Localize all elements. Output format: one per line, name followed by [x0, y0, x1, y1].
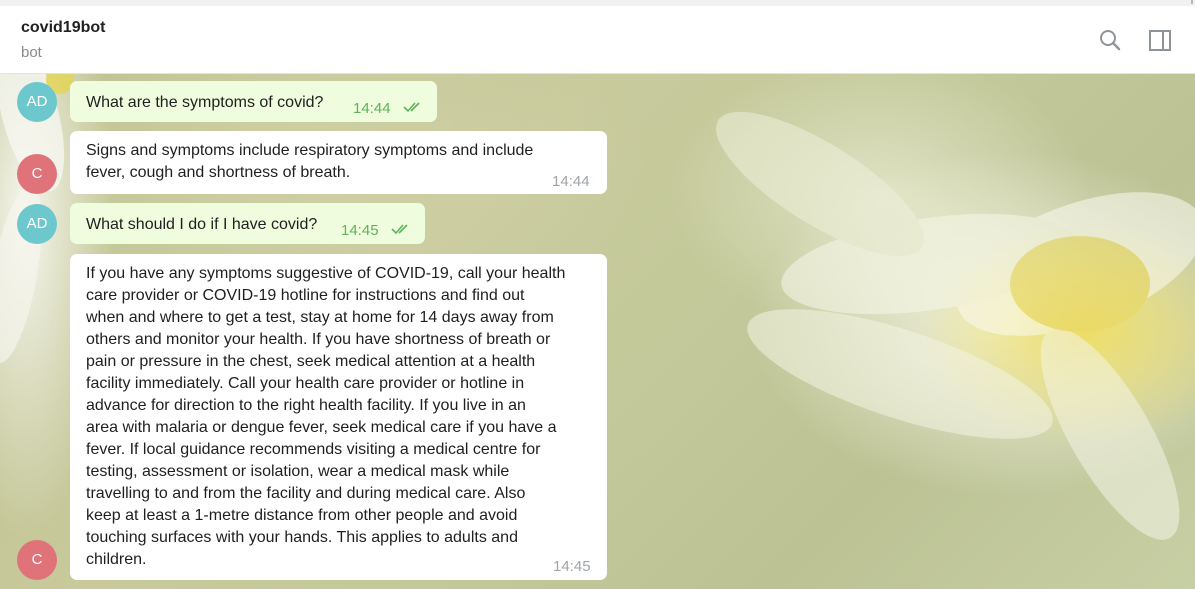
side-panel-button[interactable]: [1147, 28, 1173, 54]
message-text: If you have any symptoms suggestive of C…: [86, 265, 566, 568]
message-time: 14:45: [553, 558, 591, 575]
message-bubble-incoming[interactable]: If you have any symptoms suggestive of C…: [70, 254, 607, 580]
search-button[interactable]: [1097, 28, 1123, 54]
double-check-icon: [391, 224, 408, 235]
message-bubble-incoming[interactable]: Signs and symptoms include respiratory s…: [70, 131, 607, 194]
avatar[interactable]: AD: [17, 82, 57, 122]
double-check-icon: [403, 102, 420, 113]
side-panel-icon: [1149, 30, 1171, 51]
message-list[interactable]: AD What are the symptoms of covid? 14:44…: [0, 74, 1195, 589]
avatar[interactable]: C: [17, 154, 57, 194]
message-bubble-outgoing[interactable]: What should I do if I have covid? 14:45: [70, 203, 425, 244]
avatar[interactable]: AD: [17, 204, 57, 244]
message-time: 14:45: [341, 222, 379, 239]
message-text: What are the symptoms of covid?: [86, 94, 324, 111]
message-bubble-outgoing[interactable]: What are the symptoms of covid? 14:44: [70, 81, 437, 122]
message-time: 14:44: [552, 173, 590, 190]
message-time: 14:44: [353, 100, 391, 117]
chat-status: bot: [21, 44, 42, 61]
avatar-initials: C: [31, 165, 43, 182]
avatar-initials: AD: [26, 215, 48, 232]
search-icon: [1100, 30, 1121, 51]
avatar-initials: AD: [26, 93, 48, 110]
resize-grip[interactable]: [1183, 0, 1193, 4]
chat-header: covid19bot bot: [0, 6, 1195, 74]
message-text: Signs and symptoms include respiratory s…: [86, 142, 534, 181]
message-text: What should I do if I have covid?: [86, 216, 318, 233]
chat-title[interactable]: covid19bot: [21, 19, 105, 37]
avatar[interactable]: C: [17, 540, 57, 580]
avatar-initials: C: [31, 551, 43, 568]
